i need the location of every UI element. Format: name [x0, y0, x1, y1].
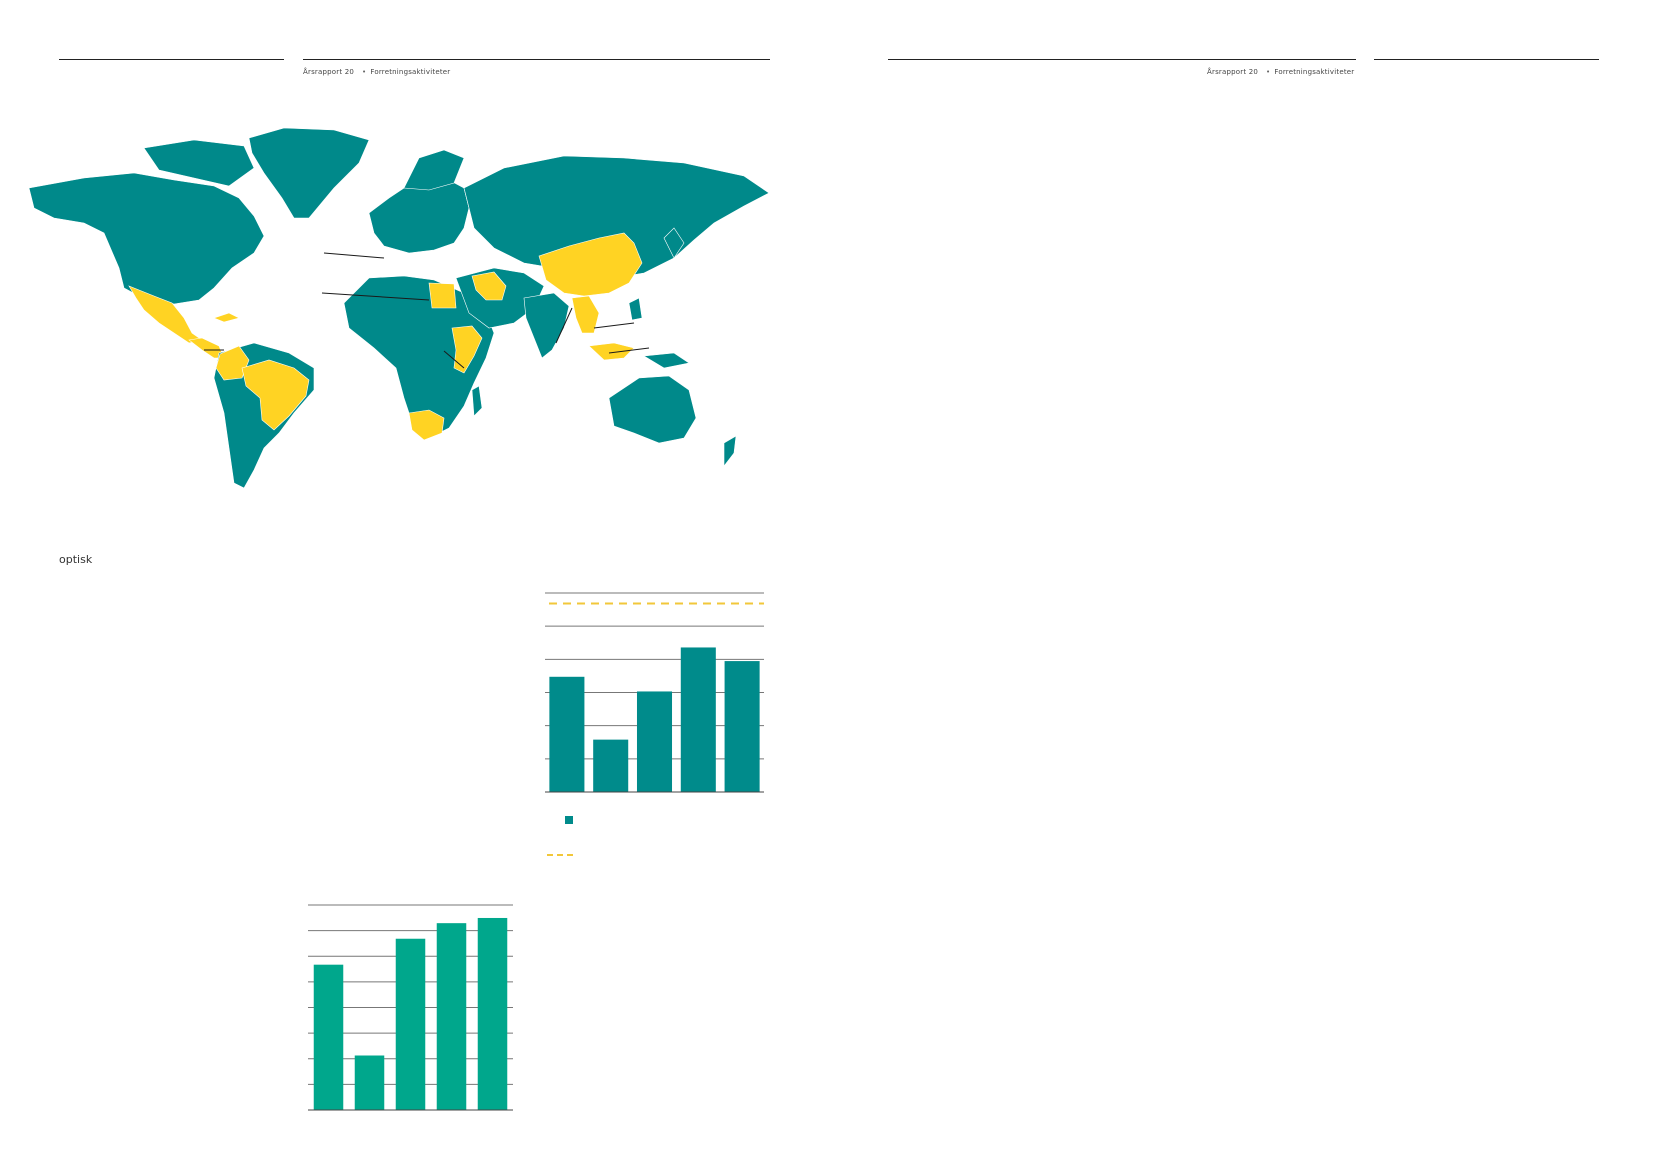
report-title: Årsrapport 20 [1207, 68, 1259, 76]
bar [436, 923, 467, 1110]
section-title: Forretningsaktiviteter [370, 68, 451, 76]
bar [354, 1055, 385, 1110]
map-landmass [28, 128, 770, 489]
greenland-shape [248, 128, 370, 219]
bullet-icon: • [362, 68, 367, 76]
indonesia-shape [588, 342, 635, 361]
bar [593, 739, 629, 792]
world-map [28, 128, 770, 489]
bar [549, 676, 585, 792]
egypt-shape [428, 282, 457, 309]
running-header-left: Årsrapport 20 • Forretningsaktiviteter [303, 68, 450, 76]
caribbean-shape [213, 312, 240, 323]
bar [313, 964, 344, 1110]
new-zealand-shape [723, 435, 737, 467]
bar-chart-1 [545, 592, 764, 793]
legend-square-marker [565, 816, 573, 824]
header-rule-right-b [1374, 59, 1599, 60]
legend-dashed-marker [547, 854, 573, 856]
madagascar-shape [471, 385, 483, 417]
australia-shape [608, 375, 697, 444]
section-title: Forretningsaktiviteter [1274, 68, 1355, 76]
bar [477, 917, 508, 1110]
philippines-shape [628, 297, 643, 321]
bar [636, 691, 673, 792]
new-guinea-shape [643, 352, 690, 369]
body-text: optisk [59, 553, 93, 566]
bar-chart-2 [308, 904, 513, 1111]
header-rule-left-a [59, 59, 284, 60]
header-rule-left-b [303, 59, 770, 60]
bar [395, 938, 426, 1110]
india-shape [523, 292, 570, 359]
bullet-icon: • [1266, 68, 1271, 76]
running-header-right: Årsrapport 20 • Forretningsaktiviteter [1207, 68, 1354, 76]
report-title: Årsrapport 20 [303, 68, 355, 76]
header-rule-right-a [888, 59, 1356, 60]
callout-line [593, 322, 635, 329]
bar [680, 647, 716, 792]
bar [724, 661, 760, 792]
callout-line [323, 252, 385, 259]
north-america-shape [28, 172, 265, 305]
